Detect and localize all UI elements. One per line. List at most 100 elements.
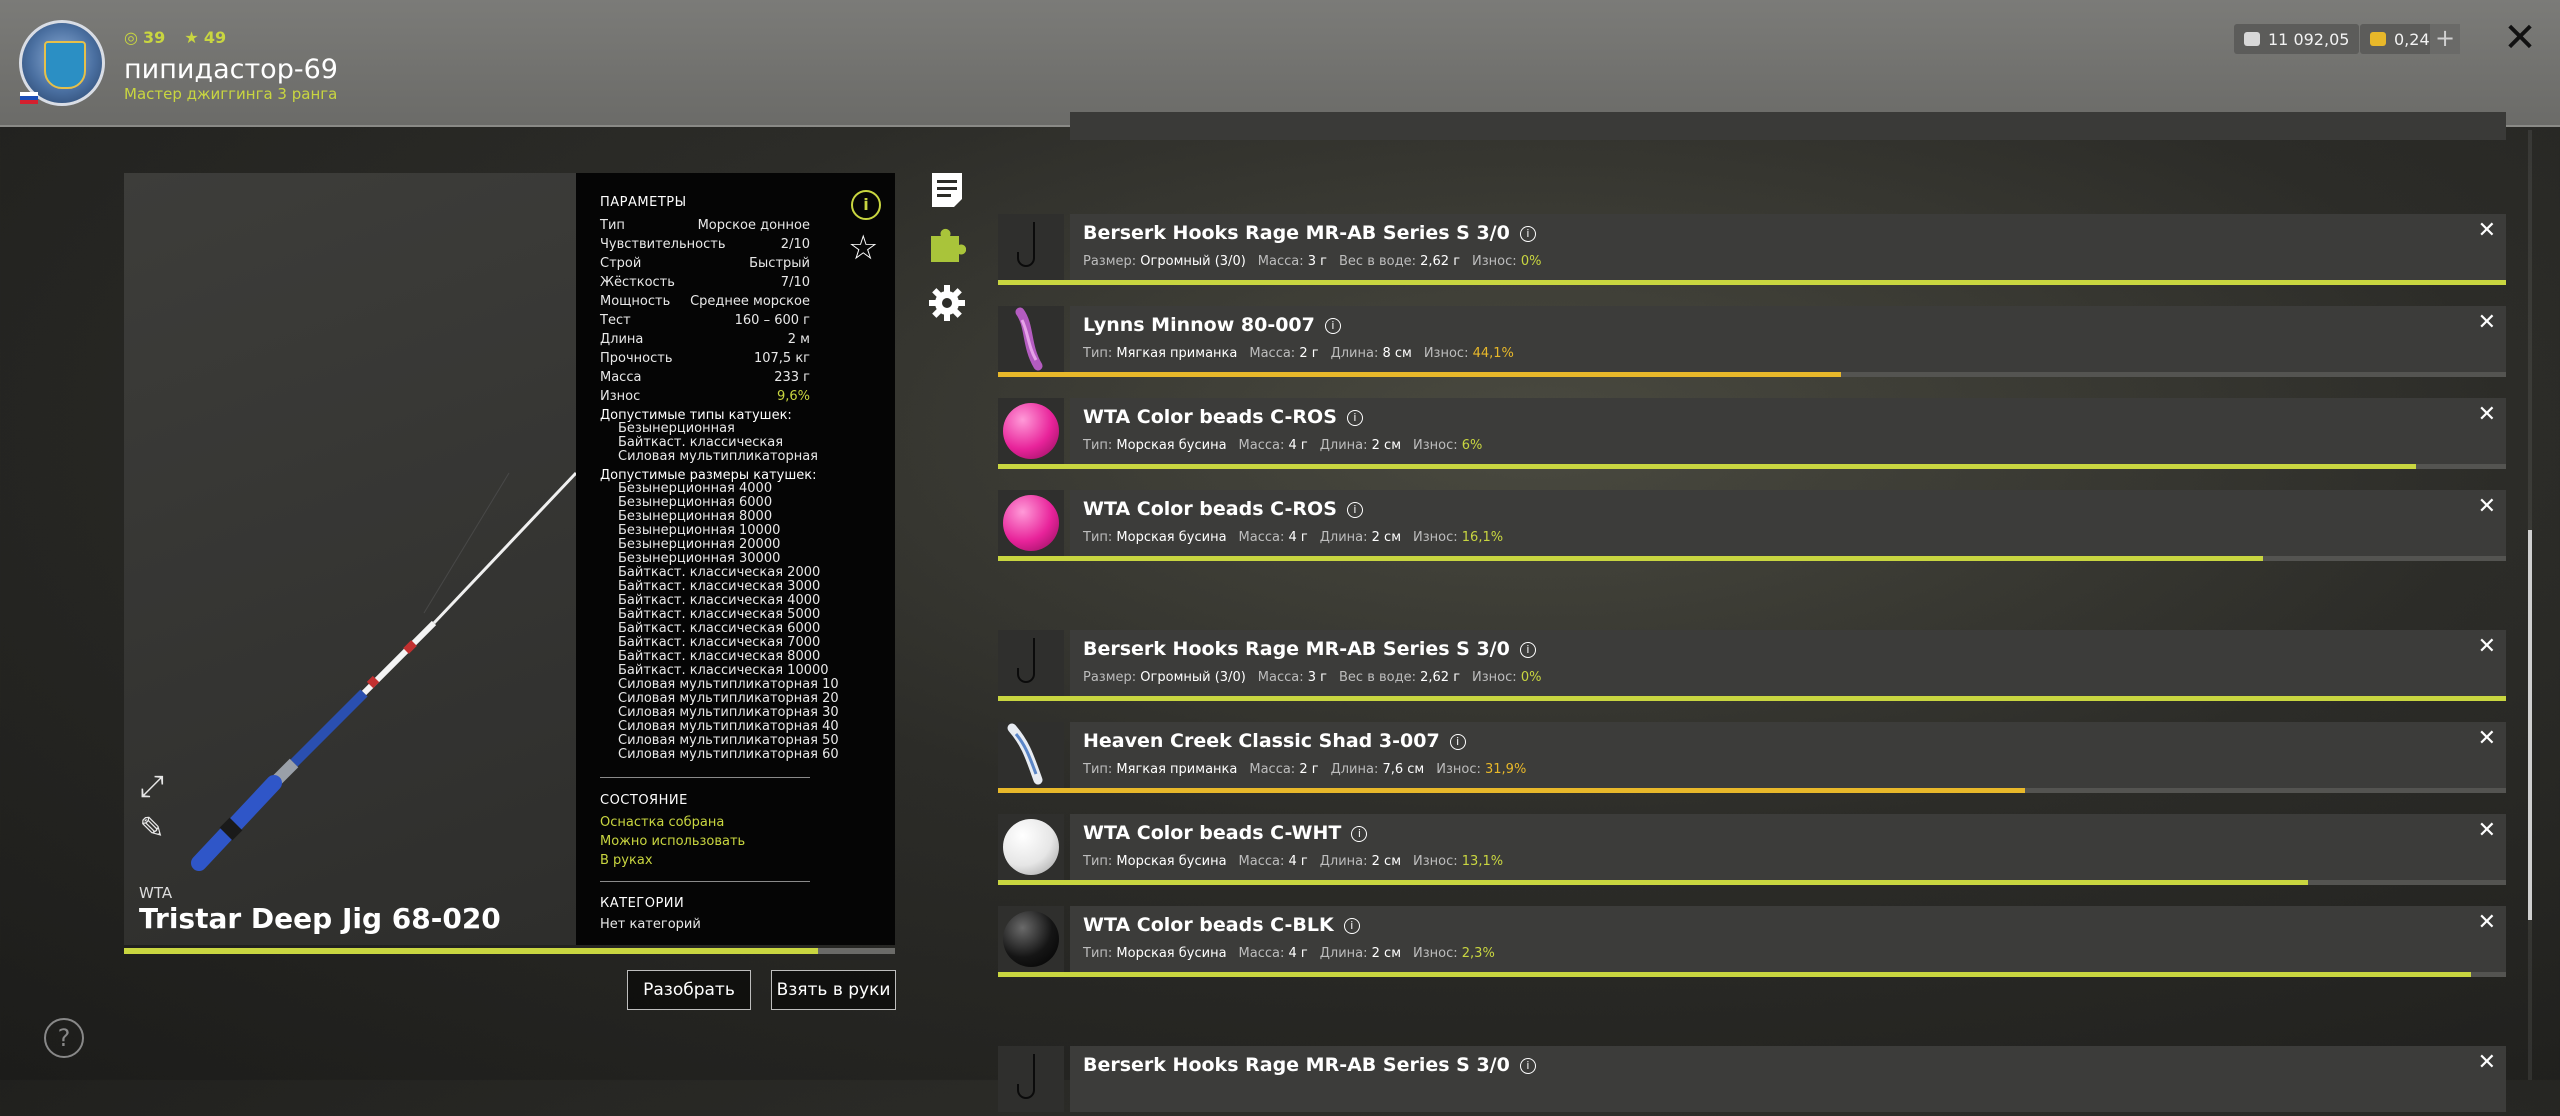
param-row: Прочность 107,5 кг (600, 351, 810, 369)
tackle-item[interactable]: WTA Color beads C-BLK i Тип: Морская бусин… (998, 906, 2506, 977)
info-icon[interactable]: i (1351, 825, 1368, 842)
edit-icon[interactable]: ✎ (136, 813, 168, 845)
take-in-hands-button[interactable]: Взять в руки (771, 970, 896, 1010)
expand-icon[interactable]: ⤢ (136, 771, 168, 803)
state-item: В руках (600, 853, 653, 868)
item-details: Размер: Огромный (3/0) Масса: 3 г Вес в во… (1083, 254, 1542, 269)
state-title: СОСТОЯНИЕ (600, 793, 688, 808)
hook-icon (1017, 222, 1035, 267)
remove-item-icon[interactable]: ✕ (2478, 818, 2496, 843)
info-icon[interactable]: i (1519, 225, 1536, 242)
item-card[interactable]: Lynns Minnow 80-007 i Тип: Мягкая приманка… (1070, 306, 2506, 372)
param-value: 160 – 600 г (734, 313, 810, 328)
param-row: Чувствительность 2/10 (600, 237, 810, 255)
info-icon[interactable]: i (1324, 317, 1341, 334)
param-value: 233 г (774, 370, 810, 385)
info-icon[interactable]: i (1346, 409, 1363, 426)
param-key: Масса (600, 370, 642, 385)
param-row: Тест 160 – 600 г (600, 313, 810, 331)
reel-size-item: Силовая мультипликаторная 60 (618, 747, 839, 762)
remove-item-icon[interactable]: ✕ (2478, 218, 2496, 243)
reel-size-item: Байткаст. классическая 5000 (618, 607, 821, 622)
item-details: Тип: Морская бусина Масса: 4 г Длина: 2 см… (1083, 530, 1504, 545)
info-icon[interactable]: i (851, 190, 881, 220)
item-card[interactable]: Heaven Creek Classic Shad 3-007 i Тип: Мяг… (1070, 722, 2506, 788)
item-details: Тип: Мягкая приманка Масса: 2 г Длина: 8 с… (1083, 346, 1514, 361)
remove-item-icon[interactable]: ✕ (2478, 1050, 2496, 1075)
reel-size-item: Байткаст. классическая 6000 (618, 621, 821, 636)
item-card[interactable]: WTA Color beads C-BLK i Тип: Морская бусин… (1070, 906, 2506, 972)
item-card[interactable]: WTA Color beads C-WHT i Тип: Морская бусин… (1070, 814, 2506, 880)
tackle-item[interactable]: Berserk Hooks Rage MR-AB Series S 3/0 i ✕ (998, 1046, 2506, 1116)
remove-item-icon[interactable]: ✕ (2478, 910, 2496, 935)
remove-item-icon[interactable]: ✕ (2478, 726, 2496, 751)
divider (600, 881, 810, 882)
item-name: WTA Color beads C-ROS i (1083, 406, 1363, 428)
add-currency-button[interactable]: + (2430, 24, 2460, 54)
tackle-item[interactable]: WTA Color beads C-ROS i Тип: Морская бусин… (998, 398, 2506, 469)
rod-preview[interactable]: ⤢ ✎ (124, 173, 576, 945)
gold-icon (2370, 32, 2386, 46)
info-icon[interactable]: i (1519, 1057, 1536, 1074)
disassemble-button[interactable]: Разобрать (627, 970, 751, 1010)
reel-sizes-list: Безынерционная 4000 Безынерционная 6000 Бе… (618, 482, 839, 762)
tackle-item[interactable]: Berserk Hooks Rage MR-AB Series S 3/0 i Ра… (998, 630, 2506, 701)
item-details: Тип: Морская бусина Масса: 4 г Длина: 2 см… (1083, 854, 1504, 869)
club-crest-icon (44, 41, 86, 89)
scrollbar-thumb[interactable] (2528, 530, 2532, 920)
favorite-star-icon[interactable]: ☆ (848, 228, 878, 268)
bead-icon (1003, 495, 1059, 551)
reel-size-item: Силовая мультипликаторная 40 (618, 719, 839, 734)
item-thumbnail (998, 630, 1064, 696)
param-key: Длина (600, 332, 644, 347)
rod-image (191, 471, 576, 871)
reel-type-item: Силовая мультипликаторная (618, 449, 819, 464)
item-card[interactable]: Berserk Hooks Rage MR-AB Series S 3/0 i Ра… (1070, 630, 2506, 696)
item-thumbnail (998, 814, 1064, 880)
remove-item-icon[interactable]: ✕ (2478, 634, 2496, 659)
help-icon[interactable]: ? (44, 1018, 84, 1058)
tab-description[interactable] (928, 170, 966, 208)
remove-item-icon[interactable]: ✕ (2478, 402, 2496, 427)
reel-size-item: Байткаст. классическая 8000 (618, 649, 821, 664)
param-key: Мощность (600, 294, 671, 309)
item-thumbnail (998, 906, 1064, 972)
wear-bar (998, 880, 2308, 885)
tackle-item[interactable]: Lynns Minnow 80-007 i Тип: Мягкая приманка… (998, 306, 2506, 377)
item-card[interactable]: WTA Color beads C-ROS i Тип: Морская бусин… (1070, 490, 2506, 556)
gear-icon (929, 285, 965, 321)
rod-parameters-panel: ПАРАМЕТРЫ Допустимые типы катушек: Безын… (576, 173, 895, 945)
param-value: 9,6% (776, 389, 810, 404)
tackle-item[interactable]: WTA Color beads C-ROS i Тип: Морская бусин… (998, 490, 2506, 561)
item-name: Heaven Creek Classic Shad 3-007 i (1083, 730, 1466, 752)
close-button[interactable]: ✕ (2500, 18, 2540, 58)
tackle-item[interactable]: Berserk Hooks Rage MR-AB Series S 3/0 i Ра… (998, 214, 2506, 285)
param-value: 2 м (787, 332, 810, 347)
tab-settings[interactable] (928, 284, 966, 322)
reel-size-item: Байткаст. классическая 4000 (618, 593, 821, 608)
bead-icon (1003, 911, 1059, 967)
info-icon[interactable]: i (1519, 641, 1536, 658)
param-row: Мощность Среднее морское (600, 294, 810, 312)
list-item-partial (998, 112, 2506, 140)
item-details: Тип: Морская бусина Масса: 4 г Длина: 2 см… (1083, 438, 1483, 453)
item-card[interactable]: WTA Color beads C-ROS i Тип: Морская бусин… (1070, 398, 2506, 464)
item-thumbnail (998, 490, 1064, 556)
tackle-item[interactable]: Heaven Creek Classic Shad 3-007 i Тип: Мяг… (998, 722, 2506, 793)
wear-bar (998, 788, 2025, 793)
param-value: 2/10 (780, 237, 810, 252)
item-details: Тип: Морская бусина Масса: 4 г Длина: 2 см… (1083, 946, 1495, 961)
item-card[interactable]: Berserk Hooks Rage MR-AB Series S 3/0 i ✕ (1070, 1046, 2506, 1112)
info-icon[interactable]: i (1343, 917, 1360, 934)
tab-tackle[interactable] (928, 226, 967, 264)
tackle-item[interactable]: WTA Color beads C-WHT i Тип: Морская бусин… (998, 814, 2506, 885)
wear-bar (998, 556, 2263, 561)
info-icon[interactable]: i (1449, 733, 1466, 750)
rod-name: Tristar Deep Jig 68-020 (139, 902, 501, 935)
reel-size-item: Байткаст. классическая 2000 (618, 565, 821, 580)
item-card[interactable]: Berserk Hooks Rage MR-AB Series S 3/0 i Ра… (1070, 214, 2506, 280)
info-icon[interactable]: i (1346, 501, 1363, 518)
remove-item-icon[interactable]: ✕ (2478, 310, 2496, 335)
remove-item-icon[interactable]: ✕ (2478, 494, 2496, 519)
params-title: ПАРАМЕТРЫ (600, 195, 687, 210)
